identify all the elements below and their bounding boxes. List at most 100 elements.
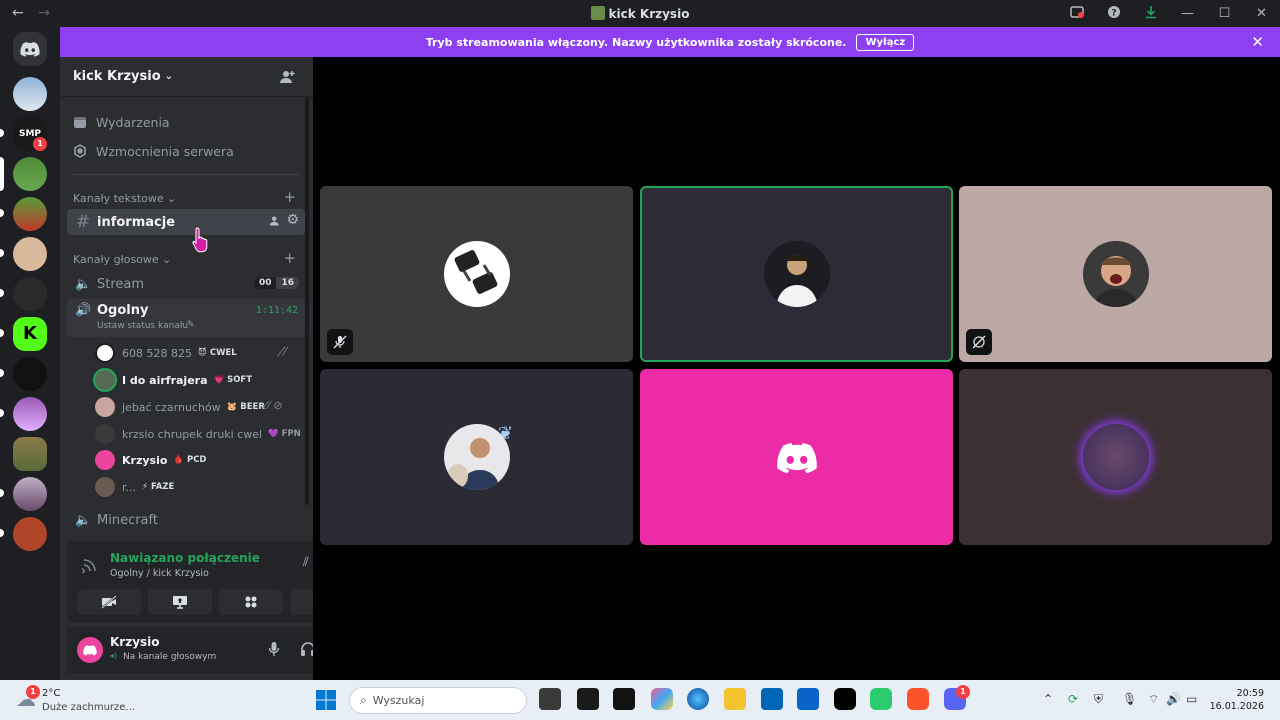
server-icon-4[interactable] bbox=[13, 237, 47, 271]
voice-channel-minecraft[interactable]: 🔈 Minecraft bbox=[67, 507, 305, 533]
store-icon[interactable] bbox=[761, 688, 783, 710]
camera-off-button[interactable] bbox=[77, 589, 141, 615]
copilot-icon[interactable] bbox=[651, 688, 673, 710]
server-header[interactable]: kick Krzysio ⌄ bbox=[60, 57, 313, 97]
invite-people-icon[interactable] bbox=[279, 69, 295, 89]
voice-user[interactable]: I do airfrajera 💗 SOFT bbox=[95, 369, 252, 391]
voice-user[interactable]: krzsio chrupek druki cwel 💜 FPN bbox=[95, 423, 301, 445]
task-view-icon[interactable] bbox=[539, 688, 561, 710]
avatar bbox=[95, 343, 115, 363]
clan-tag: ⚡ FAZE bbox=[142, 482, 174, 492]
inbox-icon[interactable] bbox=[1058, 5, 1095, 23]
voice-user[interactable]: r... ⚡ FAZE bbox=[95, 476, 174, 498]
download-icon[interactable] bbox=[1132, 5, 1169, 23]
voice-user[interactable]: 608 528 825 😈 CWEL bbox=[95, 342, 237, 364]
unread-pill bbox=[0, 529, 4, 537]
signal-icon[interactable] bbox=[79, 557, 98, 577]
channel-name: Minecraft bbox=[97, 512, 158, 528]
server-icon-7[interactable] bbox=[13, 357, 47, 391]
app-icon-nch[interactable] bbox=[577, 688, 599, 710]
voice-user[interactable]: Krzysio 🩸 PCD bbox=[95, 449, 207, 471]
help-icon[interactable]: ? bbox=[1095, 5, 1132, 23]
unread-pill bbox=[0, 369, 4, 377]
unread-pill bbox=[0, 249, 4, 257]
server-icon-minecraft[interactable] bbox=[13, 157, 47, 191]
voice-channel-stream[interactable]: 🔈 Stream 00 16 bbox=[67, 271, 305, 297]
text-category-header[interactable]: Kanały tekstowe ⌄ bbox=[73, 192, 176, 205]
create-text-channel-icon[interactable]: + bbox=[283, 188, 296, 206]
voice-user-name: krzsio chrupek druki cwel bbox=[122, 427, 263, 441]
boosts-menu-item[interactable]: Wzmocnienia serwera bbox=[73, 140, 234, 162]
sidebar-scrollbar[interactable] bbox=[305, 97, 309, 505]
avatar-speaking bbox=[95, 370, 115, 390]
participant-tile[interactable] bbox=[320, 186, 633, 362]
server-icon-kick[interactable]: K bbox=[13, 317, 47, 351]
defender-icon[interactable]: ⛨ bbox=[1094, 692, 1103, 707]
text-channel-icon: # bbox=[75, 212, 91, 232]
voice-user[interactable]: jebać czarnuchów 🐹 BEER bbox=[95, 396, 265, 418]
calendar-icon bbox=[74, 117, 86, 128]
wifi-icon[interactable]: ⌔ bbox=[1148, 692, 1159, 707]
invite-icon[interactable] bbox=[269, 215, 281, 231]
server-icon-8[interactable] bbox=[13, 397, 47, 431]
taskbar-search-input[interactable]: ⌕ Wyszukaj bbox=[349, 687, 527, 714]
server-icon-9[interactable] bbox=[13, 437, 47, 471]
chevron-up-icon[interactable]: ⌃ bbox=[1043, 692, 1053, 706]
mic-tray-icon[interactable]: 🎙 bbox=[1122, 692, 1137, 706]
clan-tag: 💗 SOFT bbox=[214, 375, 253, 385]
clock-date: 16.01.2026 bbox=[1209, 701, 1264, 712]
unread-pill bbox=[0, 289, 4, 297]
server-icon-10[interactable] bbox=[13, 477, 47, 511]
clan-tag: 🐹 BEER bbox=[227, 402, 265, 412]
noise-suppression-icon[interactable]: ⫽ bbox=[303, 555, 309, 570]
channel-status[interactable]: Ustaw status kanału bbox=[97, 321, 188, 331]
tag-label: CWEL bbox=[209, 348, 237, 358]
screen-share-button[interactable] bbox=[148, 589, 212, 615]
microphone-icon[interactable] bbox=[268, 641, 280, 661]
clan-tag: 😈 CWEL bbox=[198, 348, 237, 358]
gear-icon[interactable]: ⚙ bbox=[286, 212, 299, 228]
disable-streamer-mode-button[interactable]: Wyłącz bbox=[856, 33, 915, 51]
file-explorer-icon[interactable] bbox=[724, 688, 746, 710]
participant-tile[interactable] bbox=[959, 369, 1272, 545]
taskbar-clock[interactable]: 20:59 16.01.2026 bbox=[1210, 687, 1264, 713]
app-icon-capcut[interactable] bbox=[613, 688, 635, 710]
sync-icon[interactable]: ⟳ bbox=[1068, 692, 1078, 706]
outlook-icon[interactable] bbox=[797, 688, 819, 710]
minimize-icon[interactable]: — bbox=[1169, 6, 1206, 21]
edge-icon[interactable] bbox=[687, 688, 709, 710]
voice-channel-ogolny[interactable]: 🔊 Ogolny 1:11:42 Ustaw status kanału ✎ bbox=[67, 299, 305, 337]
participant-tile[interactable] bbox=[959, 186, 1272, 362]
tiktok-icon[interactable] bbox=[834, 688, 856, 710]
volume-icon[interactable]: 🔊 bbox=[1166, 692, 1181, 706]
events-menu-item[interactable]: Wydarzenia bbox=[73, 111, 170, 133]
voice-status-subtitle[interactable]: Ogolny / kick Krzysio bbox=[110, 568, 209, 579]
brave-icon[interactable] bbox=[907, 688, 929, 710]
battery-icon[interactable]: ▭ bbox=[1186, 692, 1197, 706]
tag-label: PCD bbox=[186, 455, 207, 465]
close-banner-icon[interactable]: ✕ bbox=[1251, 33, 1264, 51]
voice-category-label: Kanały głosowe bbox=[73, 253, 159, 266]
server-icon-3[interactable] bbox=[13, 197, 47, 231]
participant-tile[interactable] bbox=[640, 369, 953, 545]
user-avatar[interactable] bbox=[77, 637, 103, 663]
participant-avatar bbox=[443, 241, 510, 307]
create-voice-channel-icon[interactable]: + bbox=[283, 249, 296, 267]
activities-button[interactable] bbox=[219, 589, 283, 615]
windows-start-icon[interactable] bbox=[316, 690, 336, 714]
user-name[interactable]: Krzysio bbox=[110, 635, 160, 649]
channel-timer: 1:11:42 bbox=[255, 305, 298, 316]
server-icon-11[interactable] bbox=[13, 517, 47, 551]
participant-tile-speaking[interactable] bbox=[640, 186, 953, 362]
close-window-icon[interactable]: ✕ bbox=[1243, 6, 1280, 21]
maximize-icon[interactable]: ☐ bbox=[1206, 6, 1243, 21]
voice-category-header[interactable]: Kanały głosowe ⌄ bbox=[73, 253, 171, 266]
server-icon-1[interactable] bbox=[13, 77, 47, 111]
participant-tile[interactable]: ❦ bbox=[320, 369, 633, 545]
app-icon-green[interactable] bbox=[870, 688, 892, 710]
home-button[interactable] bbox=[13, 32, 47, 66]
voice-call-grid: ❦ bbox=[313, 57, 1280, 680]
window-controls: ? — ☐ ✕ bbox=[1058, 0, 1280, 27]
server-icon-5[interactable] bbox=[13, 277, 47, 311]
channel-informacje[interactable]: # informacje ⚙ bbox=[67, 209, 305, 235]
